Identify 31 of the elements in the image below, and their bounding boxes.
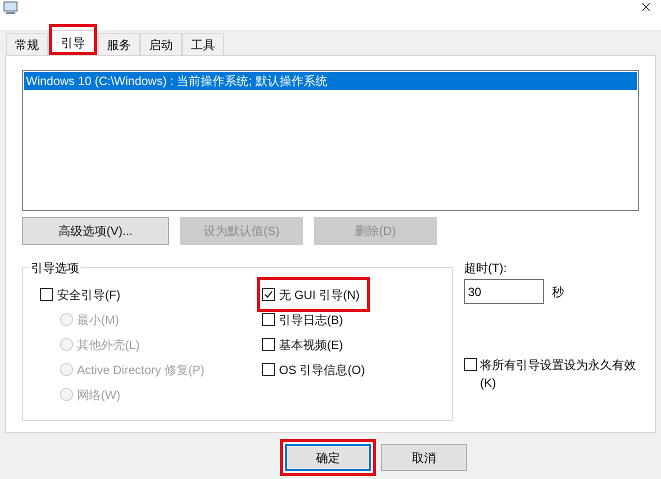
option-label: 网络(W) [77, 386, 120, 404]
checkbox[interactable] [40, 288, 53, 301]
option-label: 安全引导(F) [57, 286, 120, 304]
tab[interactable]: 服务 [98, 33, 140, 55]
checkbox[interactable] [262, 338, 275, 351]
boot-entry-list[interactable]: Windows 10 (C:\Windows) : 当前操作系统; 默认操作系统 [22, 70, 639, 211]
option-label: 无 GUI 引导(N) [279, 286, 360, 304]
option-label: OS 引导信息(O) [279, 362, 365, 378]
timeout-label: 超时(T): [464, 260, 508, 277]
option-label: 引导日志(B) [279, 312, 343, 328]
list-item[interactable]: Windows 10 (C:\Windows) : 当前操作系统; 默认操作系统 [24, 72, 637, 90]
tab[interactable]: 工具 [182, 33, 224, 55]
checkbox[interactable] [464, 358, 477, 371]
option-label: 基本视频(E) [279, 336, 343, 354]
option-label: 其他外壳(L) [77, 336, 140, 354]
option-label: 将所有引导设置设为永久有效(K) [480, 357, 637, 392]
action-button[interactable]: 高级选项(V)... [22, 217, 169, 245]
checkbox[interactable] [262, 363, 275, 376]
checkmark-icon [264, 290, 273, 299]
group-title: 引导选项 [29, 259, 81, 277]
dialog-button[interactable]: 取消 [381, 444, 467, 471]
tab[interactable]: 常规 [6, 33, 48, 55]
option-label: 最小(M) [77, 312, 119, 328]
option-label: Active Directory 修复(P) [77, 362, 204, 378]
checkbox[interactable] [262, 313, 275, 326]
unit-label: 秒 [552, 284, 564, 300]
tab[interactable]: 启动 [140, 33, 182, 55]
checkbox[interactable] [262, 288, 275, 301]
timeout-field[interactable]: 30 [464, 279, 544, 304]
dialog-button[interactable]: 确定 [285, 444, 371, 471]
computer-icon [3, 1, 19, 15]
